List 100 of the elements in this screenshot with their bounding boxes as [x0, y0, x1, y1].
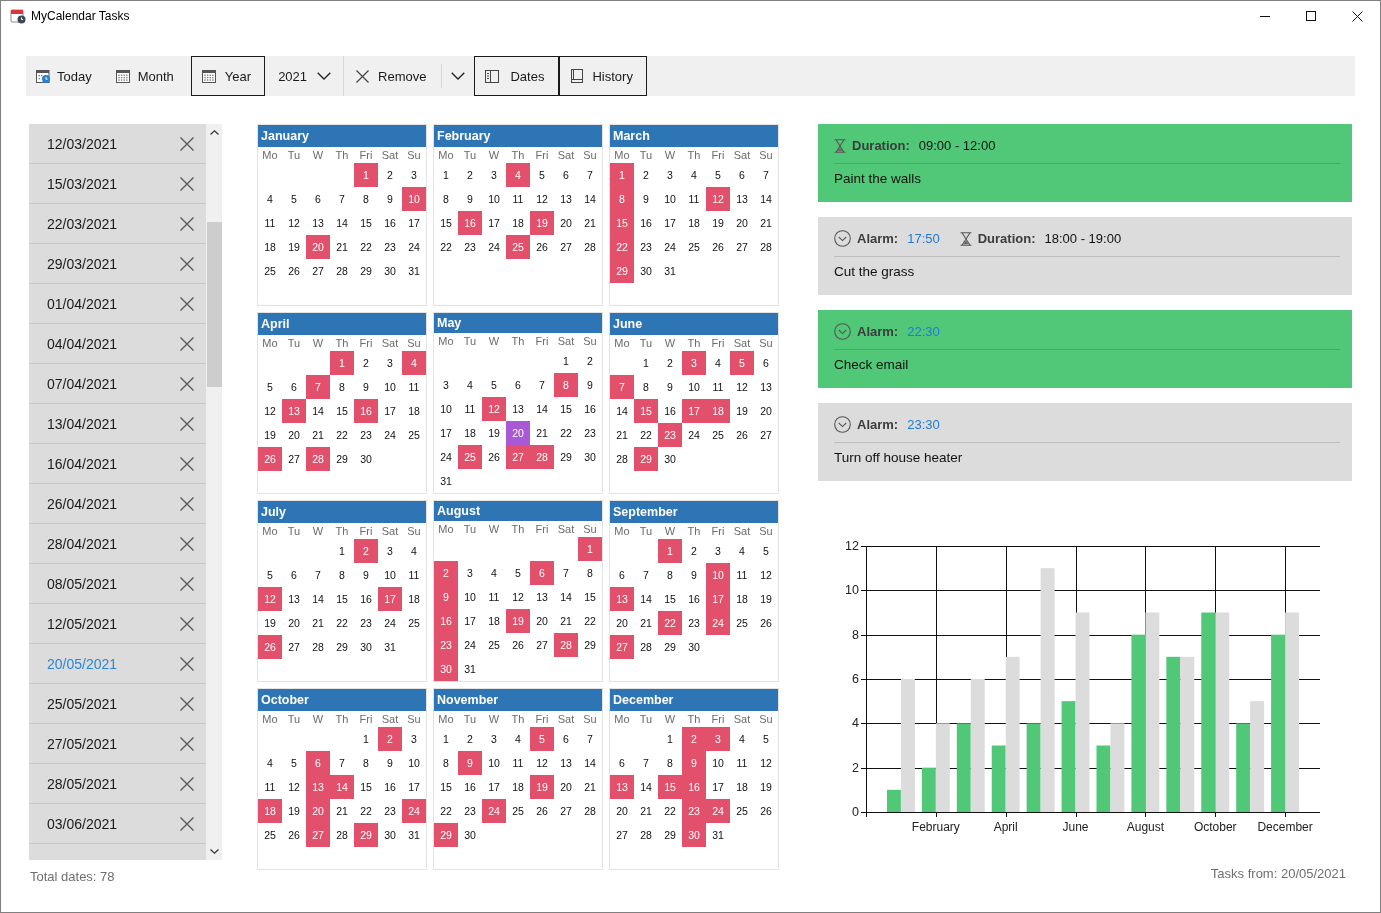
calendar-day[interactable]: 29 — [354, 259, 378, 283]
calendar-day[interactable]: 20 — [610, 611, 634, 635]
calendar-day[interactable]: 24 — [378, 611, 402, 635]
x-icon[interactable] — [180, 216, 194, 231]
calendar-day[interactable]: 12 — [506, 585, 530, 609]
calendar-day[interactable]: 22 — [634, 423, 658, 447]
x-icon[interactable] — [180, 256, 194, 271]
calendar-day[interactable]: 3 — [482, 163, 506, 187]
calendar-day[interactable]: 23 — [682, 799, 706, 823]
calendar-day[interactable]: 19 — [258, 423, 282, 447]
calendar-day[interactable]: 1 — [634, 351, 658, 375]
calendar-day[interactable]: 11 — [402, 375, 426, 399]
calendar-day[interactable]: 14 — [554, 585, 578, 609]
calendar-day[interactable]: 27 — [282, 635, 306, 659]
calendar-day[interactable]: 28 — [578, 235, 602, 259]
calendar-day[interactable]: 22 — [658, 799, 682, 823]
calendar-day[interactable]: 27 — [306, 259, 330, 283]
calendar-day[interactable]: 13 — [610, 775, 634, 799]
calendar-day[interactable]: 18 — [482, 609, 506, 633]
calendar-day[interactable]: 23 — [458, 799, 482, 823]
calendar-day[interactable]: 17 — [682, 399, 706, 423]
calendar-day[interactable]: 9 — [682, 751, 706, 775]
calendar-day[interactable]: 20 — [530, 609, 554, 633]
calendar-day[interactable]: 20 — [282, 423, 306, 447]
calendar-day[interactable]: 18 — [706, 399, 730, 423]
calendar-day[interactable]: 28 — [330, 823, 354, 847]
calendar-day[interactable]: 18 — [730, 775, 754, 799]
calendar-day[interactable]: 11 — [458, 397, 482, 421]
calendar-day[interactable]: 30 — [434, 657, 458, 681]
calendar-day[interactable]: 10 — [458, 585, 482, 609]
calendar-day[interactable]: 7 — [554, 561, 578, 585]
calendar-day[interactable]: 12 — [482, 397, 506, 421]
calendar-day[interactable]: 14 — [754, 187, 778, 211]
calendar-day[interactable]: 22 — [610, 235, 634, 259]
calendar-day[interactable]: 5 — [282, 751, 306, 775]
calendar-day[interactable]: 25 — [402, 611, 426, 635]
calendar-day[interactable]: 31 — [378, 635, 402, 659]
calendar-day[interactable]: 17 — [458, 609, 482, 633]
calendar-day[interactable]: 15 — [658, 775, 682, 799]
calendar-day[interactable]: 21 — [578, 775, 602, 799]
calendar-day[interactable]: 6 — [282, 563, 306, 587]
calendar-day[interactable]: 26 — [258, 635, 282, 659]
calendar-day[interactable]: 20 — [610, 799, 634, 823]
calendar-day[interactable]: 4 — [730, 539, 754, 563]
x-icon[interactable] — [180, 456, 194, 471]
calendar-day[interactable]: 21 — [306, 423, 330, 447]
calendar-day[interactable]: 4 — [706, 351, 730, 375]
calendar-day[interactable]: 31 — [658, 259, 682, 283]
calendar-day[interactable]: 25 — [682, 235, 706, 259]
calendar-day[interactable]: 29 — [330, 447, 354, 471]
calendar-day[interactable]: 15 — [554, 397, 578, 421]
calendar-day[interactable]: 22 — [354, 235, 378, 259]
calendar-day[interactable]: 8 — [578, 561, 602, 585]
calendar-day[interactable]: 26 — [506, 633, 530, 657]
calendar-day[interactable]: 22 — [578, 609, 602, 633]
calendar-day[interactable]: 17 — [434, 421, 458, 445]
calendar-day[interactable]: 24 — [434, 445, 458, 469]
calendar-day[interactable]: 19 — [730, 399, 754, 423]
calendar-day[interactable]: 19 — [706, 211, 730, 235]
calendar-day[interactable]: 8 — [330, 375, 354, 399]
chevron-down-icon[interactable] — [209, 849, 219, 854]
calendar-day[interactable]: 16 — [682, 775, 706, 799]
calendar-day[interactable]: 7 — [634, 751, 658, 775]
calendar-day[interactable]: 22 — [434, 799, 458, 823]
calendar-day[interactable]: 9 — [458, 187, 482, 211]
calendar-day[interactable]: 26 — [282, 823, 306, 847]
calendar-day[interactable]: 2 — [378, 727, 402, 751]
calendar-day[interactable]: 2 — [434, 561, 458, 585]
x-icon[interactable] — [180, 536, 194, 551]
calendar-day[interactable]: 5 — [530, 163, 554, 187]
calendar-day[interactable]: 17 — [378, 587, 402, 611]
x-icon[interactable] — [180, 736, 194, 751]
calendar-day[interactable]: 7 — [754, 163, 778, 187]
calendar-day[interactable]: 10 — [402, 751, 426, 775]
calendar-day[interactable]: 3 — [458, 561, 482, 585]
calendar-day[interactable]: 17 — [706, 775, 730, 799]
calendar-day[interactable]: 2 — [458, 163, 482, 187]
calendar-day[interactable]: 31 — [402, 259, 426, 283]
calendar-day[interactable]: 24 — [682, 423, 706, 447]
calendar-day[interactable]: 17 — [482, 775, 506, 799]
calendar-day[interactable]: 12 — [706, 187, 730, 211]
calendar-day[interactable]: 7 — [306, 563, 330, 587]
calendar-day[interactable]: 15 — [434, 775, 458, 799]
calendar-day[interactable]: 5 — [506, 561, 530, 585]
calendar-day[interactable]: 6 — [306, 751, 330, 775]
calendar-day[interactable]: 24 — [458, 633, 482, 657]
calendar-day[interactable]: 16 — [658, 399, 682, 423]
calendar-day[interactable]: 8 — [330, 563, 354, 587]
calendar-day[interactable]: 9 — [378, 751, 402, 775]
x-icon[interactable] — [180, 496, 194, 511]
calendar-day[interactable]: 24 — [482, 235, 506, 259]
calendar-day[interactable]: 10 — [482, 187, 506, 211]
calendar-day[interactable]: 27 — [506, 445, 530, 469]
calendar-day[interactable]: 2 — [682, 727, 706, 751]
calendar-day[interactable]: 10 — [482, 751, 506, 775]
calendar-day[interactable]: 26 — [282, 259, 306, 283]
calendar-day[interactable]: 8 — [354, 187, 378, 211]
calendar-day[interactable]: 23 — [434, 633, 458, 657]
calendar-day[interactable]: 9 — [354, 375, 378, 399]
calendar-day[interactable]: 3 — [682, 351, 706, 375]
